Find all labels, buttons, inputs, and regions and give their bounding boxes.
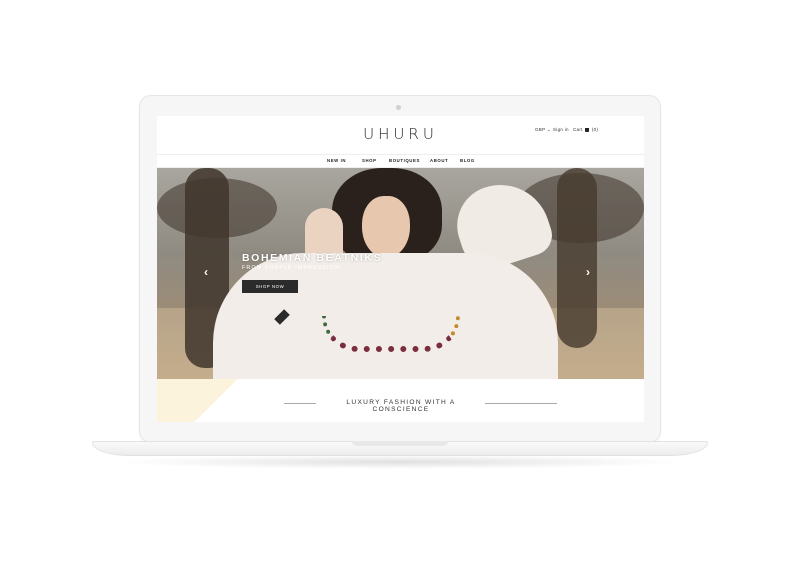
shop-now-button[interactable]: SHOP NOW bbox=[242, 280, 298, 293]
shopping-bag-icon bbox=[585, 127, 590, 132]
site-header: UHURU GBP ⌄ Sign in Cart (0) bbox=[157, 116, 644, 154]
sign-in-link[interactable]: Sign in bbox=[553, 127, 569, 132]
model-face bbox=[362, 196, 410, 258]
hero-subtitle: FROM PURPLE IMPRESSION bbox=[242, 265, 340, 271]
tagline-divider-left bbox=[284, 403, 316, 404]
carousel-prev-arrow-icon[interactable]: ‹ bbox=[204, 266, 208, 278]
laptop-notch bbox=[352, 441, 448, 446]
currency-selector[interactable]: GBP ⌄ bbox=[535, 127, 551, 133]
tree-trunk-right bbox=[557, 168, 597, 348]
nav-item-new-in[interactable]: NEW IN bbox=[327, 158, 346, 163]
cart-label: Cart bbox=[573, 127, 583, 132]
tagline-divider-right bbox=[485, 403, 557, 404]
nav-item-boutiques[interactable]: BOUTIQUES bbox=[389, 158, 420, 163]
blouse-embroidery bbox=[322, 316, 460, 352]
hero-banner[interactable]: BOHEMIAN BEATNIKS FROM PURPLE IMPRESSION… bbox=[157, 168, 644, 379]
brand-logo[interactable]: UHURU bbox=[157, 125, 644, 143]
cart-link[interactable]: Cart (0) bbox=[573, 127, 598, 132]
carousel-next-arrow-icon[interactable]: › bbox=[586, 266, 590, 278]
laptop-shadow bbox=[110, 455, 690, 469]
main-nav: NEW IN SHOP BOUTIQUES ABOUT BLOG bbox=[157, 154, 644, 168]
browser-screen: UHURU GBP ⌄ Sign in Cart (0) NEW IN SHOP… bbox=[157, 116, 644, 422]
nav-item-blog[interactable]: BLOG bbox=[460, 158, 475, 163]
cart-count: (0) bbox=[591, 127, 599, 132]
brand-tagline: LUXURY FASHION WITH A CONSCIENCE bbox=[346, 399, 456, 413]
camera-icon bbox=[396, 105, 401, 110]
nav-item-shop[interactable]: SHOP bbox=[362, 158, 377, 163]
decorative-corner-shape bbox=[157, 379, 247, 422]
nav-item-about[interactable]: ABOUT bbox=[430, 158, 448, 163]
hero-title: BOHEMIAN BEATNIKS bbox=[242, 252, 383, 264]
